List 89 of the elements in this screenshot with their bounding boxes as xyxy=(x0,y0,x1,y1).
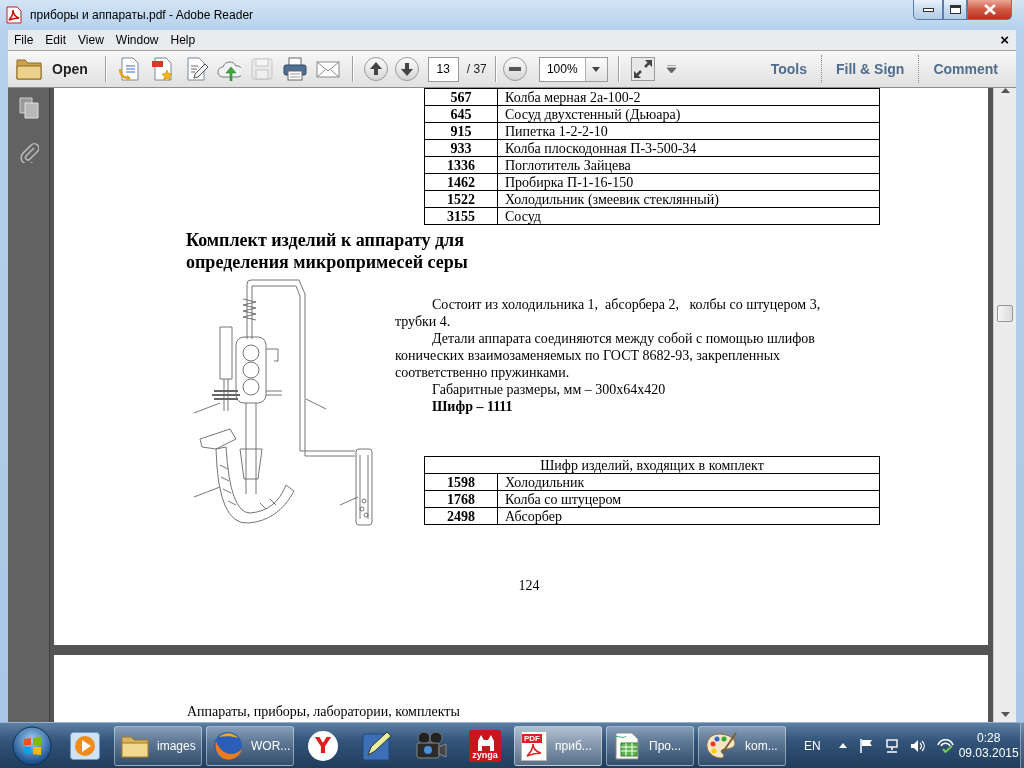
paragraph: Детали аппарата соединяются между собой с помощью шлифов конических взаимозаменяемых по ГОСТ 8682-93, закрепленных соответственно пружинками. xyxy=(395,330,816,381)
clock-button[interactable]: 0:28 09.03.2015 xyxy=(959,730,1018,761)
table-cell: 1768 xyxy=(424,490,498,508)
language-button[interactable]: EN xyxy=(800,738,825,753)
zoom-out-icon[interactable] xyxy=(502,57,527,81)
expand-icon[interactable] xyxy=(630,57,655,81)
table-cell: Пробирка П-1-16-150 xyxy=(497,173,880,191)
arrow-down-icon[interactable] xyxy=(394,57,419,81)
pane-button[interactable]: Comment xyxy=(919,55,1012,83)
table-cell: 567 xyxy=(424,88,498,106)
taskbar-button[interactable]: images xyxy=(114,725,202,766)
flag-icon[interactable] xyxy=(859,738,874,753)
maximize-button[interactable] xyxy=(943,0,967,20)
menu-item[interactable]: Help xyxy=(164,30,202,50)
pdf-file-icon xyxy=(6,6,22,24)
table-cell: 1598 xyxy=(424,473,498,491)
pen-icon[interactable] xyxy=(362,730,392,761)
paperclip-icon[interactable] xyxy=(18,141,39,163)
menu-caret-icon[interactable] xyxy=(666,65,676,73)
network-icon[interactable] xyxy=(884,738,899,753)
globe-icon[interactable] xyxy=(213,730,243,761)
table-cell: 2498 xyxy=(424,507,498,525)
spreadsheet-icon[interactable] xyxy=(613,731,641,760)
running-header: Аппараты, приборы, лаборатории, комплекты xyxy=(187,704,460,719)
table-cell: 3155 xyxy=(424,207,498,225)
palette-icon[interactable] xyxy=(705,731,737,760)
maximize-icon xyxy=(949,5,961,14)
camera-icon[interactable] xyxy=(415,730,447,761)
table-cell: 915 xyxy=(424,122,498,140)
arrow-up-icon[interactable] xyxy=(363,57,388,81)
close-button[interactable] xyxy=(967,0,1012,20)
page-count: / 37 xyxy=(466,62,487,76)
logo-text: zynga xyxy=(472,750,498,760)
table-cell: 1522 xyxy=(424,190,498,208)
menu-item[interactable]: File xyxy=(8,30,40,50)
paragraph: Состоит из холодильника 1, абсорбера 2, колбы со штуцером 3, трубки 4. xyxy=(395,296,822,330)
table-cell: Колба мерная 2а-100-2 xyxy=(497,88,880,106)
taskbar-button[interactable]: Про... xyxy=(606,725,694,766)
folder-icon[interactable] xyxy=(121,733,149,758)
swirl-icon xyxy=(526,742,542,757)
table-header-cell: Шифр изделий, входящих в комплект xyxy=(424,456,880,474)
y-logo: Y xyxy=(308,730,338,761)
close-icon xyxy=(983,4,996,15)
menu-item[interactable]: Edit xyxy=(39,30,73,50)
page-number: 124 xyxy=(518,577,540,594)
taskbar-button[interactable]: WOR... xyxy=(206,725,294,766)
menu-item[interactable]: View xyxy=(72,30,110,50)
open-button[interactable]: Open xyxy=(16,58,88,80)
window-title: приборы и аппараты.pdf - Adobe Reader xyxy=(30,8,254,22)
scroll-down-icon[interactable] xyxy=(1000,712,1010,717)
table-cell: Поглотитель Зайцева xyxy=(497,156,880,174)
cipher-text: Шифр – 1111 xyxy=(431,398,514,415)
folder-icon xyxy=(16,58,42,80)
print-icon[interactable] xyxy=(282,57,307,81)
table-cell: Сосуд двухстенный (Дьюара) xyxy=(497,105,880,123)
table-cell: Холодильник xyxy=(497,473,880,491)
table-cell: Колба со штуцером xyxy=(497,490,880,508)
dog-icon xyxy=(476,734,494,751)
caret-icon[interactable] xyxy=(838,743,847,748)
taskbar-button[interactable]: kom... xyxy=(698,725,786,766)
pane-button[interactable]: Tools xyxy=(756,55,821,83)
page-number-field[interactable]: 13 xyxy=(427,56,459,82)
minimize-icon xyxy=(922,7,934,12)
taskbar-button[interactable]: Y xyxy=(298,725,348,766)
table-cell: Сосуд xyxy=(497,207,880,225)
scrollbar-thumb[interactable] xyxy=(997,305,1013,322)
pane-button[interactable]: Fill & Sign xyxy=(822,55,919,83)
table-cell: Колба плоскодонная П-3-500-34 xyxy=(497,139,880,157)
table-cell: Абсорбер xyxy=(497,507,880,525)
menu-item[interactable]: Window xyxy=(109,30,165,50)
close-document-button[interactable]: × xyxy=(997,30,1012,50)
table-cell: Пипетка 1-2-2-10 xyxy=(497,122,880,140)
start-orb-icon[interactable] xyxy=(12,725,52,766)
taskbar-button[interactable]: zynga xyxy=(460,725,510,766)
status-check-icon[interactable] xyxy=(936,738,954,753)
paragraph: Габаритные размеры, мм – 300x64x420 xyxy=(431,381,667,398)
pages-icon[interactable] xyxy=(18,97,39,119)
taskbar-button[interactable]: PDF приб... xyxy=(514,725,602,766)
volume-icon[interactable] xyxy=(909,738,925,753)
table-cell: 1462 xyxy=(424,173,498,191)
table-cell: 1336 xyxy=(424,156,498,174)
section-heading: Комплект изделий к аппарату для определения микропримесей серы xyxy=(186,229,469,273)
document-star-icon[interactable] xyxy=(150,57,175,81)
logo-text: PDF xyxy=(522,733,542,743)
minimize-button[interactable] xyxy=(913,0,943,20)
table-cell: Холодильник (змеевик стеклянный) xyxy=(497,190,880,208)
table-cell: 645 xyxy=(424,105,498,123)
table-cell: 933 xyxy=(424,139,498,157)
play-icon[interactable] xyxy=(70,731,100,760)
